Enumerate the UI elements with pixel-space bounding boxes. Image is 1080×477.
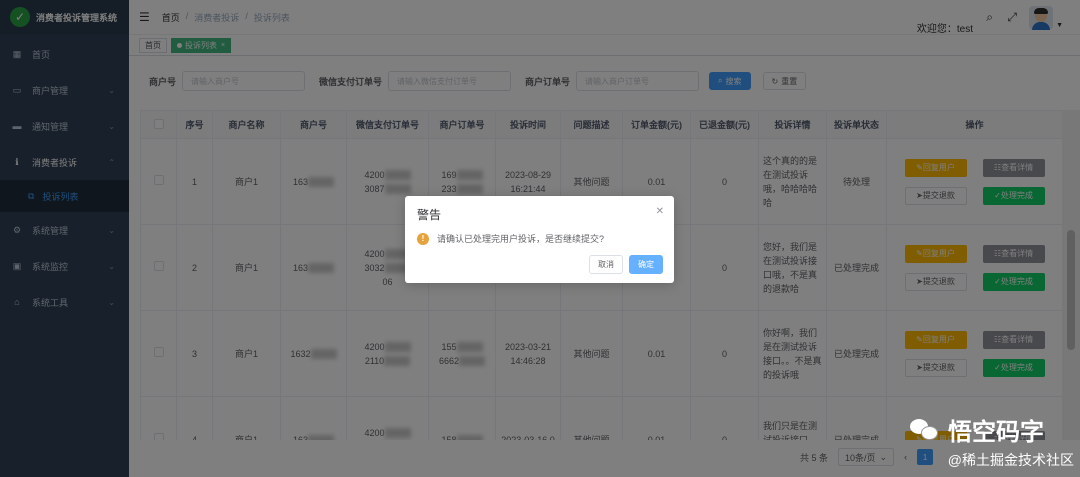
watermark-title: 悟空码字 bbox=[948, 419, 1044, 446]
dialog-footer: 取消 确定 bbox=[589, 255, 663, 274]
warning-icon: ! bbox=[417, 232, 429, 245]
wechat-bubble-small bbox=[921, 425, 938, 440]
dialog-body: ! 请确认已处理完用户投诉，是否继续提交? bbox=[417, 232, 604, 245]
watermark-subtitle: @稀土掘金技术社区 bbox=[947, 452, 1074, 468]
dialog-title: 警告 bbox=[417, 208, 442, 222]
confirm-dialog: 警告 ✕ ! 请确认已处理完用户投诉，是否继续提交? 取消 确定 bbox=[405, 196, 674, 283]
wechat-logo-icon bbox=[910, 418, 940, 441]
confirm-button[interactable]: 确定 bbox=[629, 255, 663, 274]
watermark: 悟空码字 bbox=[910, 412, 1044, 447]
cancel-button[interactable]: 取消 bbox=[589, 255, 623, 274]
dialog-message: 请确认已处理完用户投诉，是否继续提交? bbox=[437, 234, 605, 244]
close-icon[interactable]: ✕ bbox=[656, 206, 664, 217]
